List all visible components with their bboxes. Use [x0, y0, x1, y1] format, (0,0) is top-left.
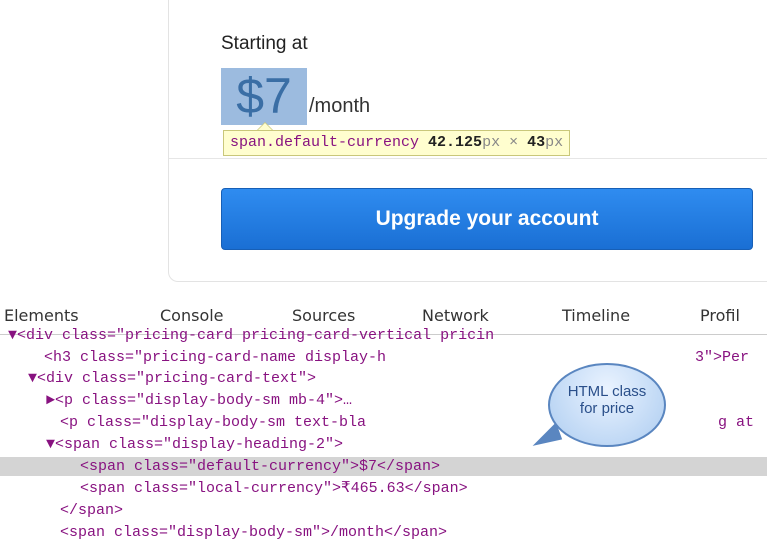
card-divider [169, 158, 767, 159]
tab-console[interactable]: Console [160, 306, 224, 325]
tab-timeline[interactable]: Timeline [562, 306, 630, 325]
tooltip-arrow-icon [257, 122, 273, 130]
tooltip-selector: span.default-currency [230, 134, 420, 151]
dom-line-span-heading[interactable]: ▼<span class="display-heading-2"> [46, 435, 343, 454]
default-currency-price[interactable]: $7 [221, 68, 307, 125]
tooltip-height: 43 [527, 134, 546, 151]
dom-line-span-close[interactable]: </span> [60, 501, 123, 520]
dom-line-p-mb4[interactable]: ►<p class="display-body-sm mb-4">… [46, 391, 352, 410]
callout-line-2: for price [579, 400, 635, 417]
dom-line-pricing-card[interactable]: ▼<div class="pricing-card pricing-card-v… [8, 326, 494, 345]
dom-line-selected-row[interactable]: <span class="default-currency">$7</span> [0, 457, 767, 476]
tooltip-times: × [509, 134, 519, 151]
dom-line-default-currency[interactable]: <span class="default-currency">$7</span> [80, 457, 440, 476]
dom-line-local-currency[interactable]: <span class="local-currency">₹465.63</sp… [80, 479, 468, 498]
dom-line-h3[interactable]: <h3 class="pricing-card-name display-h [44, 348, 386, 367]
tab-sources[interactable]: Sources [292, 306, 355, 325]
price-period: /month [309, 95, 371, 117]
tab-profiles[interactable]: Profil [700, 306, 740, 325]
dom-line-p-text-black[interactable]: <p class="display-body-sm text-bla [60, 413, 366, 432]
starting-at-label: Starting at [221, 33, 308, 54]
pricing-card: Starting at $7 /month span.default-curre… [168, 0, 767, 282]
dom-line-h3-tail: 3">Per [695, 349, 750, 366]
callout-line-1: HTML class [567, 383, 647, 400]
tooltip-unit-2: px [545, 134, 564, 151]
dom-line-p-tail: g at [718, 414, 755, 431]
dom-line-display-body-month[interactable]: <span class="display-body-sm">/month</sp… [60, 523, 447, 542]
tab-network[interactable]: Network [422, 306, 489, 325]
tooltip-width: 42.125 [428, 134, 483, 151]
dom-line-pricing-card-text[interactable]: ▼<div class="pricing-card-text"> [28, 369, 316, 388]
inspect-tooltip: span.default-currency 42.125px × 43px [223, 130, 571, 156]
upgrade-account-button[interactable]: Upgrade your account [221, 188, 753, 250]
tooltip-unit: px [482, 134, 501, 151]
callout-bubble: HTML class for price [548, 363, 666, 447]
tab-elements[interactable]: Elements [4, 306, 79, 325]
